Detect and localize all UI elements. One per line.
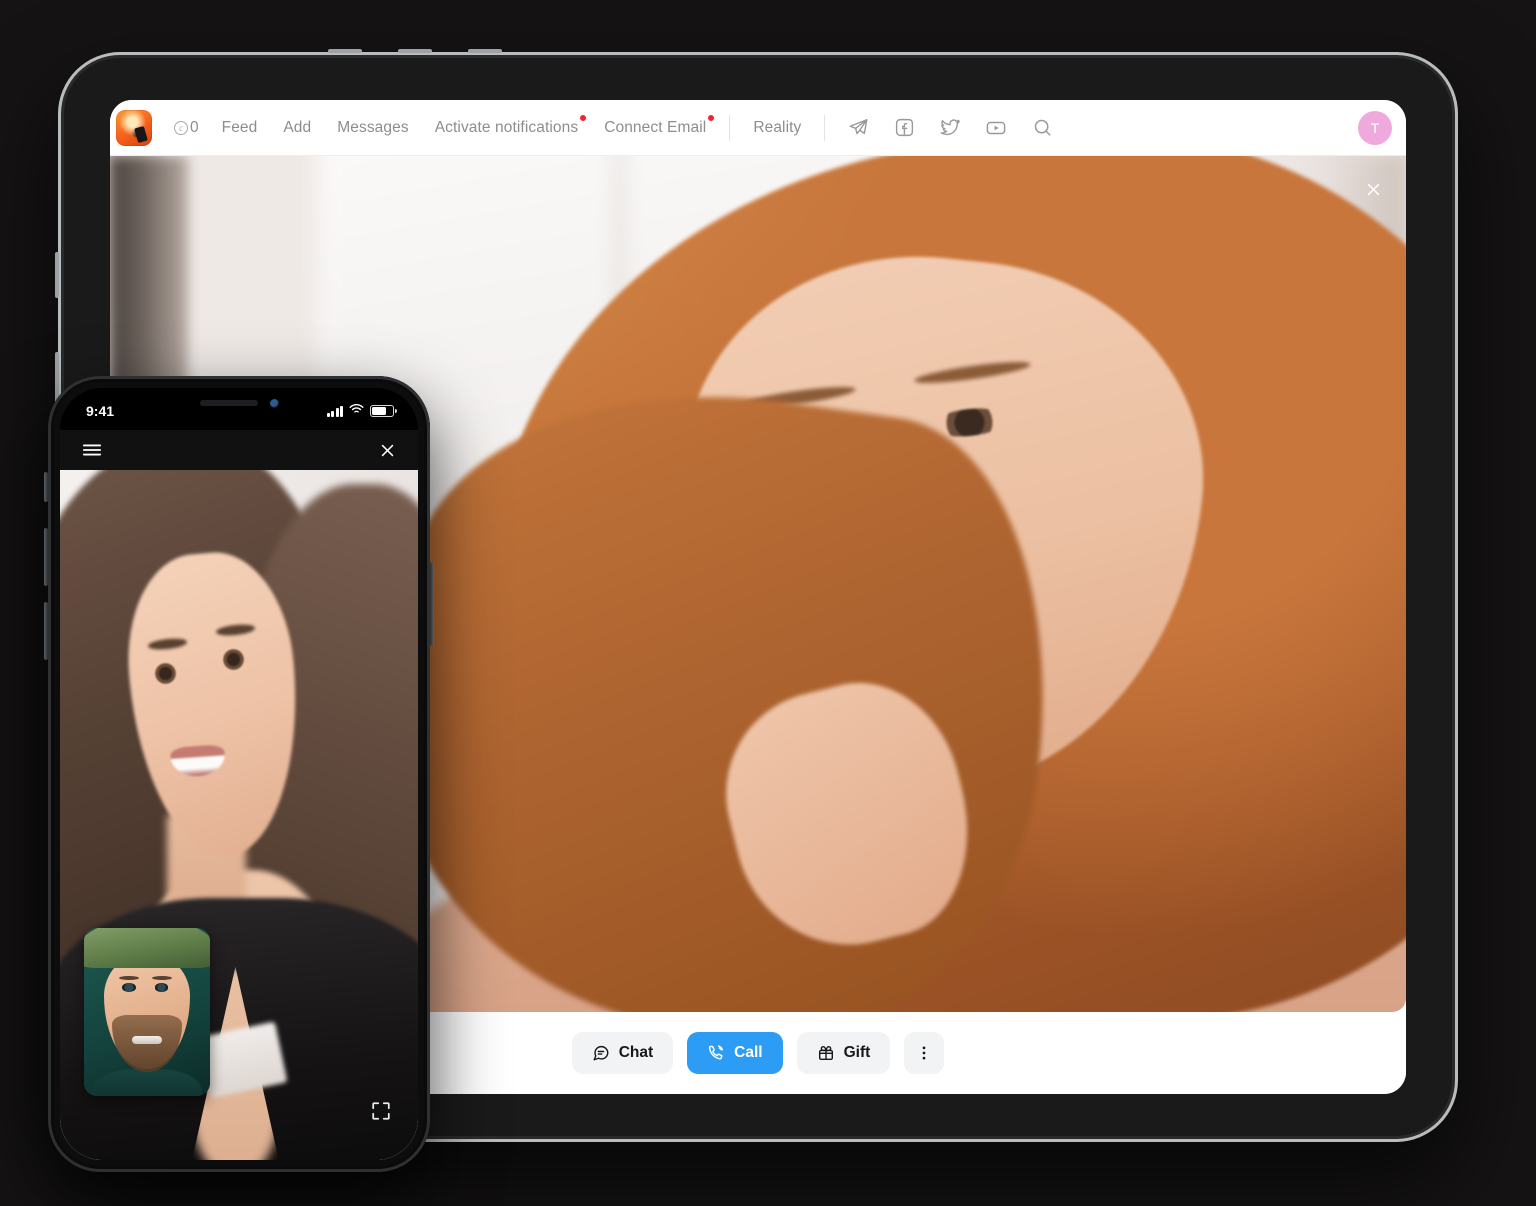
nav-link-label: Feed — [221, 118, 258, 136]
twitter-icon[interactable] — [933, 111, 967, 145]
phone-toolbar — [60, 430, 418, 470]
coin-icon — [174, 120, 188, 135]
coin-balance[interactable]: 0 — [166, 113, 209, 143]
chat-button-label: Chat — [618, 1044, 654, 1061]
more-vertical-icon — [915, 1044, 933, 1062]
coin-balance-value: 0 — [190, 118, 199, 136]
nav-link-connect-email[interactable]: Connect Email — [591, 113, 719, 143]
gift-button[interactable]: Gift — [796, 1032, 891, 1074]
nav-divider — [729, 114, 731, 141]
phone-screen: 9:41 — [60, 388, 418, 1160]
phone-volume-down-button — [44, 602, 48, 660]
pip-subject-eye — [154, 983, 169, 992]
notification-dot — [708, 114, 715, 121]
nav-link-feed[interactable]: Feed — [209, 113, 271, 143]
tablet-top-button — [468, 49, 502, 53]
tablet-top-button — [328, 49, 362, 53]
nav-link-label: Activate notifications — [434, 118, 579, 136]
phone-video-player[interactable] — [60, 470, 418, 1160]
front-camera-icon — [269, 398, 279, 408]
youtube-icon[interactable] — [979, 111, 1013, 145]
nav-link-label: Messages — [337, 118, 409, 136]
fullscreen-expand-icon[interactable] — [370, 1100, 392, 1122]
gift-icon — [817, 1044, 835, 1062]
phone-volume-up-button — [44, 528, 48, 586]
phone-notch — [155, 388, 323, 418]
pip-subject-cap — [84, 928, 210, 969]
pip-subject-eyebrow — [152, 975, 173, 980]
earpiece-speaker — [199, 400, 258, 406]
app-logo-avatar[interactable] — [116, 109, 152, 146]
chat-button[interactable]: Chat — [571, 1032, 674, 1074]
wifi-icon — [349, 402, 364, 420]
phone-call-icon — [707, 1044, 725, 1062]
telegram-icon[interactable] — [841, 111, 875, 145]
nav-link-messages[interactable]: Messages — [324, 113, 421, 143]
close-icon[interactable] — [379, 442, 396, 459]
phone-subject-eye — [153, 663, 179, 684]
top-navigation-bar: 0 Feed Add Messages Activate notificatio… — [110, 100, 1406, 156]
picture-in-picture-self-view[interactable] — [84, 928, 210, 1096]
more-options-button[interactable] — [904, 1032, 945, 1074]
close-icon[interactable] — [1358, 174, 1388, 204]
pip-subject-body — [91, 1069, 203, 1096]
hamburger-menu-icon[interactable] — [82, 442, 102, 458]
nav-divider — [824, 114, 826, 141]
status-time: 9:41 — [86, 403, 115, 419]
nav-link-label: Connect Email — [604, 118, 707, 136]
status-icons — [326, 402, 397, 420]
tablet-side-button — [55, 252, 59, 298]
facebook-icon[interactable] — [887, 111, 921, 145]
cellular-signal-icon — [326, 405, 343, 417]
call-button-label: Call — [734, 1044, 763, 1061]
tablet-top-button — [398, 49, 432, 53]
nav-link-label: Reality — [753, 118, 802, 136]
search-icon[interactable] — [1025, 111, 1059, 145]
gift-button-label: Gift — [843, 1044, 871, 1061]
nav-link-activate-notifications[interactable]: Activate notifications — [422, 113, 592, 143]
notification-dot — [580, 114, 587, 121]
nav-link-label: Add — [283, 118, 312, 136]
nav-link-reality[interactable]: Reality — [740, 113, 814, 143]
phone-device-frame: 9:41 — [44, 376, 434, 1172]
phone-power-button — [430, 562, 434, 646]
call-button[interactable]: Call — [687, 1032, 783, 1074]
chat-bubble-icon — [592, 1044, 610, 1062]
phone-silent-switch — [44, 472, 48, 502]
user-avatar-initial: T — [1370, 119, 1380, 136]
screenshot-stage: 0 Feed Add Messages Activate notificatio… — [0, 0, 1536, 1206]
user-avatar[interactable]: T — [1358, 110, 1392, 145]
battery-icon — [370, 405, 397, 417]
nav-link-add[interactable]: Add — [270, 113, 324, 143]
pip-subject-eyebrow — [119, 975, 140, 980]
pip-subject-mouth — [131, 1035, 163, 1044]
pip-subject-eye — [121, 983, 136, 992]
